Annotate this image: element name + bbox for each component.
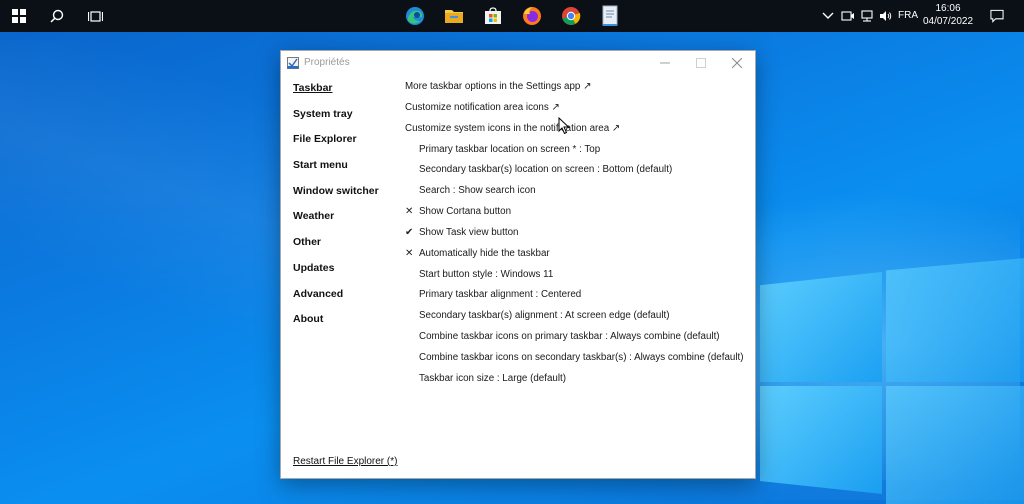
row-label: Show Task view button [419, 226, 519, 238]
notification-icons-link[interactable]: Customize notification area icons ↗ [405, 102, 750, 123]
windows-logo-icon[interactable] [0, 0, 38, 32]
settings-list: More taskbar options in the Settings app… [405, 81, 750, 394]
row-label: Secondary taskbar(s) alignment : At scre… [419, 310, 670, 322]
app-icon [287, 56, 299, 69]
combine-primary-option[interactable]: Combine taskbar icons on primary taskbar… [405, 331, 750, 352]
store-icon[interactable] [474, 0, 512, 32]
search-icon[interactable] [38, 0, 76, 32]
restart-file-explorer-link[interactable]: Restart File Explorer (*) [293, 456, 397, 467]
sidebar-item-taskbar[interactable]: Taskbar [293, 81, 403, 107]
sidebar-item-updates[interactable]: Updates [293, 261, 403, 287]
secondary-taskbar-location-option[interactable]: Secondary taskbar(s) location on screen … [405, 164, 750, 185]
row-label: Customize system icons in the notificati… [405, 122, 621, 134]
row-label: Primary taskbar alignment : Centered [419, 289, 582, 301]
sidebar-item-weather[interactable]: Weather [293, 209, 403, 235]
row-label: Primary taskbar location on screen * : T… [419, 143, 601, 155]
close-button[interactable] [719, 51, 755, 75]
clock[interactable]: 16:06 04/07/2022 [918, 2, 978, 28]
system-icons-link[interactable]: Customize system icons in the notificati… [405, 123, 750, 144]
row-label: Combine taskbar icons on primary taskbar… [419, 331, 720, 343]
row-label: Start button style : Windows 11 [419, 268, 554, 280]
chevron-up-icon[interactable] [820, 8, 836, 24]
row-label: Combine taskbar icons on secondary taskb… [419, 351, 744, 363]
primary-alignment-option[interactable]: Primary taskbar alignment : Centered [405, 289, 750, 310]
autohide-taskbar-toggle[interactable]: ✕ Automatically hide the taskbar [405, 248, 750, 269]
sidebar-item-system-tray[interactable]: System tray [293, 107, 403, 133]
sidebar-item-advanced[interactable]: Advanced [293, 287, 403, 313]
row-label: Show Cortana button [419, 206, 512, 218]
sidebar-item-start-menu[interactable]: Start menu [293, 158, 403, 184]
row-label: Customize notification area icons ↗ [405, 101, 560, 113]
maximize-button[interactable] [683, 51, 719, 75]
wallpaper-logo-pane [886, 386, 1024, 504]
network-icon[interactable] [859, 8, 875, 24]
search-option[interactable]: Search : Show search icon [405, 185, 750, 206]
clock-time: 16:06 [935, 3, 961, 14]
icon-size-option[interactable]: Taskbar icon size : Large (default) [405, 373, 750, 394]
properties-window: Propriétés Taskbar System tray File Expl… [280, 50, 756, 479]
sidebar-item-about[interactable]: About [293, 312, 403, 338]
minimize-button[interactable] [647, 51, 683, 75]
sidebar-item-file-explorer[interactable]: File Explorer [293, 132, 403, 158]
document-icon[interactable] [591, 0, 629, 32]
combine-secondary-option[interactable]: Combine taskbar icons on secondary taskb… [405, 352, 750, 373]
window-title: Propriétés [304, 57, 350, 68]
start-button-style-option[interactable]: Start button style : Windows 11 [405, 269, 750, 290]
cross-icon: ✕ [405, 247, 414, 259]
task-view-button-toggle[interactable]: ✔ Show Task view button [405, 227, 750, 248]
volume-icon[interactable] [878, 8, 894, 24]
row-label: Taskbar icon size : Large (default) [419, 372, 567, 384]
firefox-icon[interactable] [513, 0, 551, 32]
settings-app-link[interactable]: More taskbar options in the Settings app… [405, 81, 750, 102]
checkmark-icon: ✔ [405, 226, 414, 238]
language-indicator[interactable]: FRA [898, 0, 918, 32]
primary-taskbar-location-option[interactable]: Primary taskbar location on screen * : T… [405, 144, 750, 165]
mouse-cursor-icon [558, 116, 570, 135]
wallpaper-logo-pane [760, 386, 882, 494]
task-view-icon[interactable] [76, 0, 114, 32]
row-label: Automatically hide the taskbar [419, 247, 550, 259]
sidebar: Taskbar System tray File Explorer Start … [293, 81, 403, 338]
wallpaper-logo-pane [760, 272, 882, 382]
chrome-icon[interactable] [552, 0, 590, 32]
window-titlebar[interactable]: Propriétés [281, 51, 755, 75]
wallpaper-logo-pane [886, 258, 1024, 382]
row-label: More taskbar options in the Settings app… [405, 81, 592, 92]
notification-icon[interactable] [990, 9, 1004, 23]
secondary-alignment-option[interactable]: Secondary taskbar(s) alignment : At scre… [405, 310, 750, 331]
sidebar-item-window-switcher[interactable]: Window switcher [293, 184, 403, 210]
clock-date: 04/07/2022 [922, 16, 974, 27]
camera-icon[interactable] [840, 8, 856, 24]
cortana-button-toggle[interactable]: ✕ Show Cortana button [405, 206, 750, 227]
taskbar: FRA 16:06 04/07/2022 [0, 0, 1024, 32]
sidebar-item-other[interactable]: Other [293, 235, 403, 261]
edge-icon[interactable] [396, 0, 434, 32]
row-label: Search : Show search icon [419, 185, 536, 197]
file-explorer-icon[interactable] [435, 0, 473, 32]
row-label: Secondary taskbar(s) location on screen … [419, 164, 673, 176]
cross-icon: ✕ [405, 206, 414, 218]
